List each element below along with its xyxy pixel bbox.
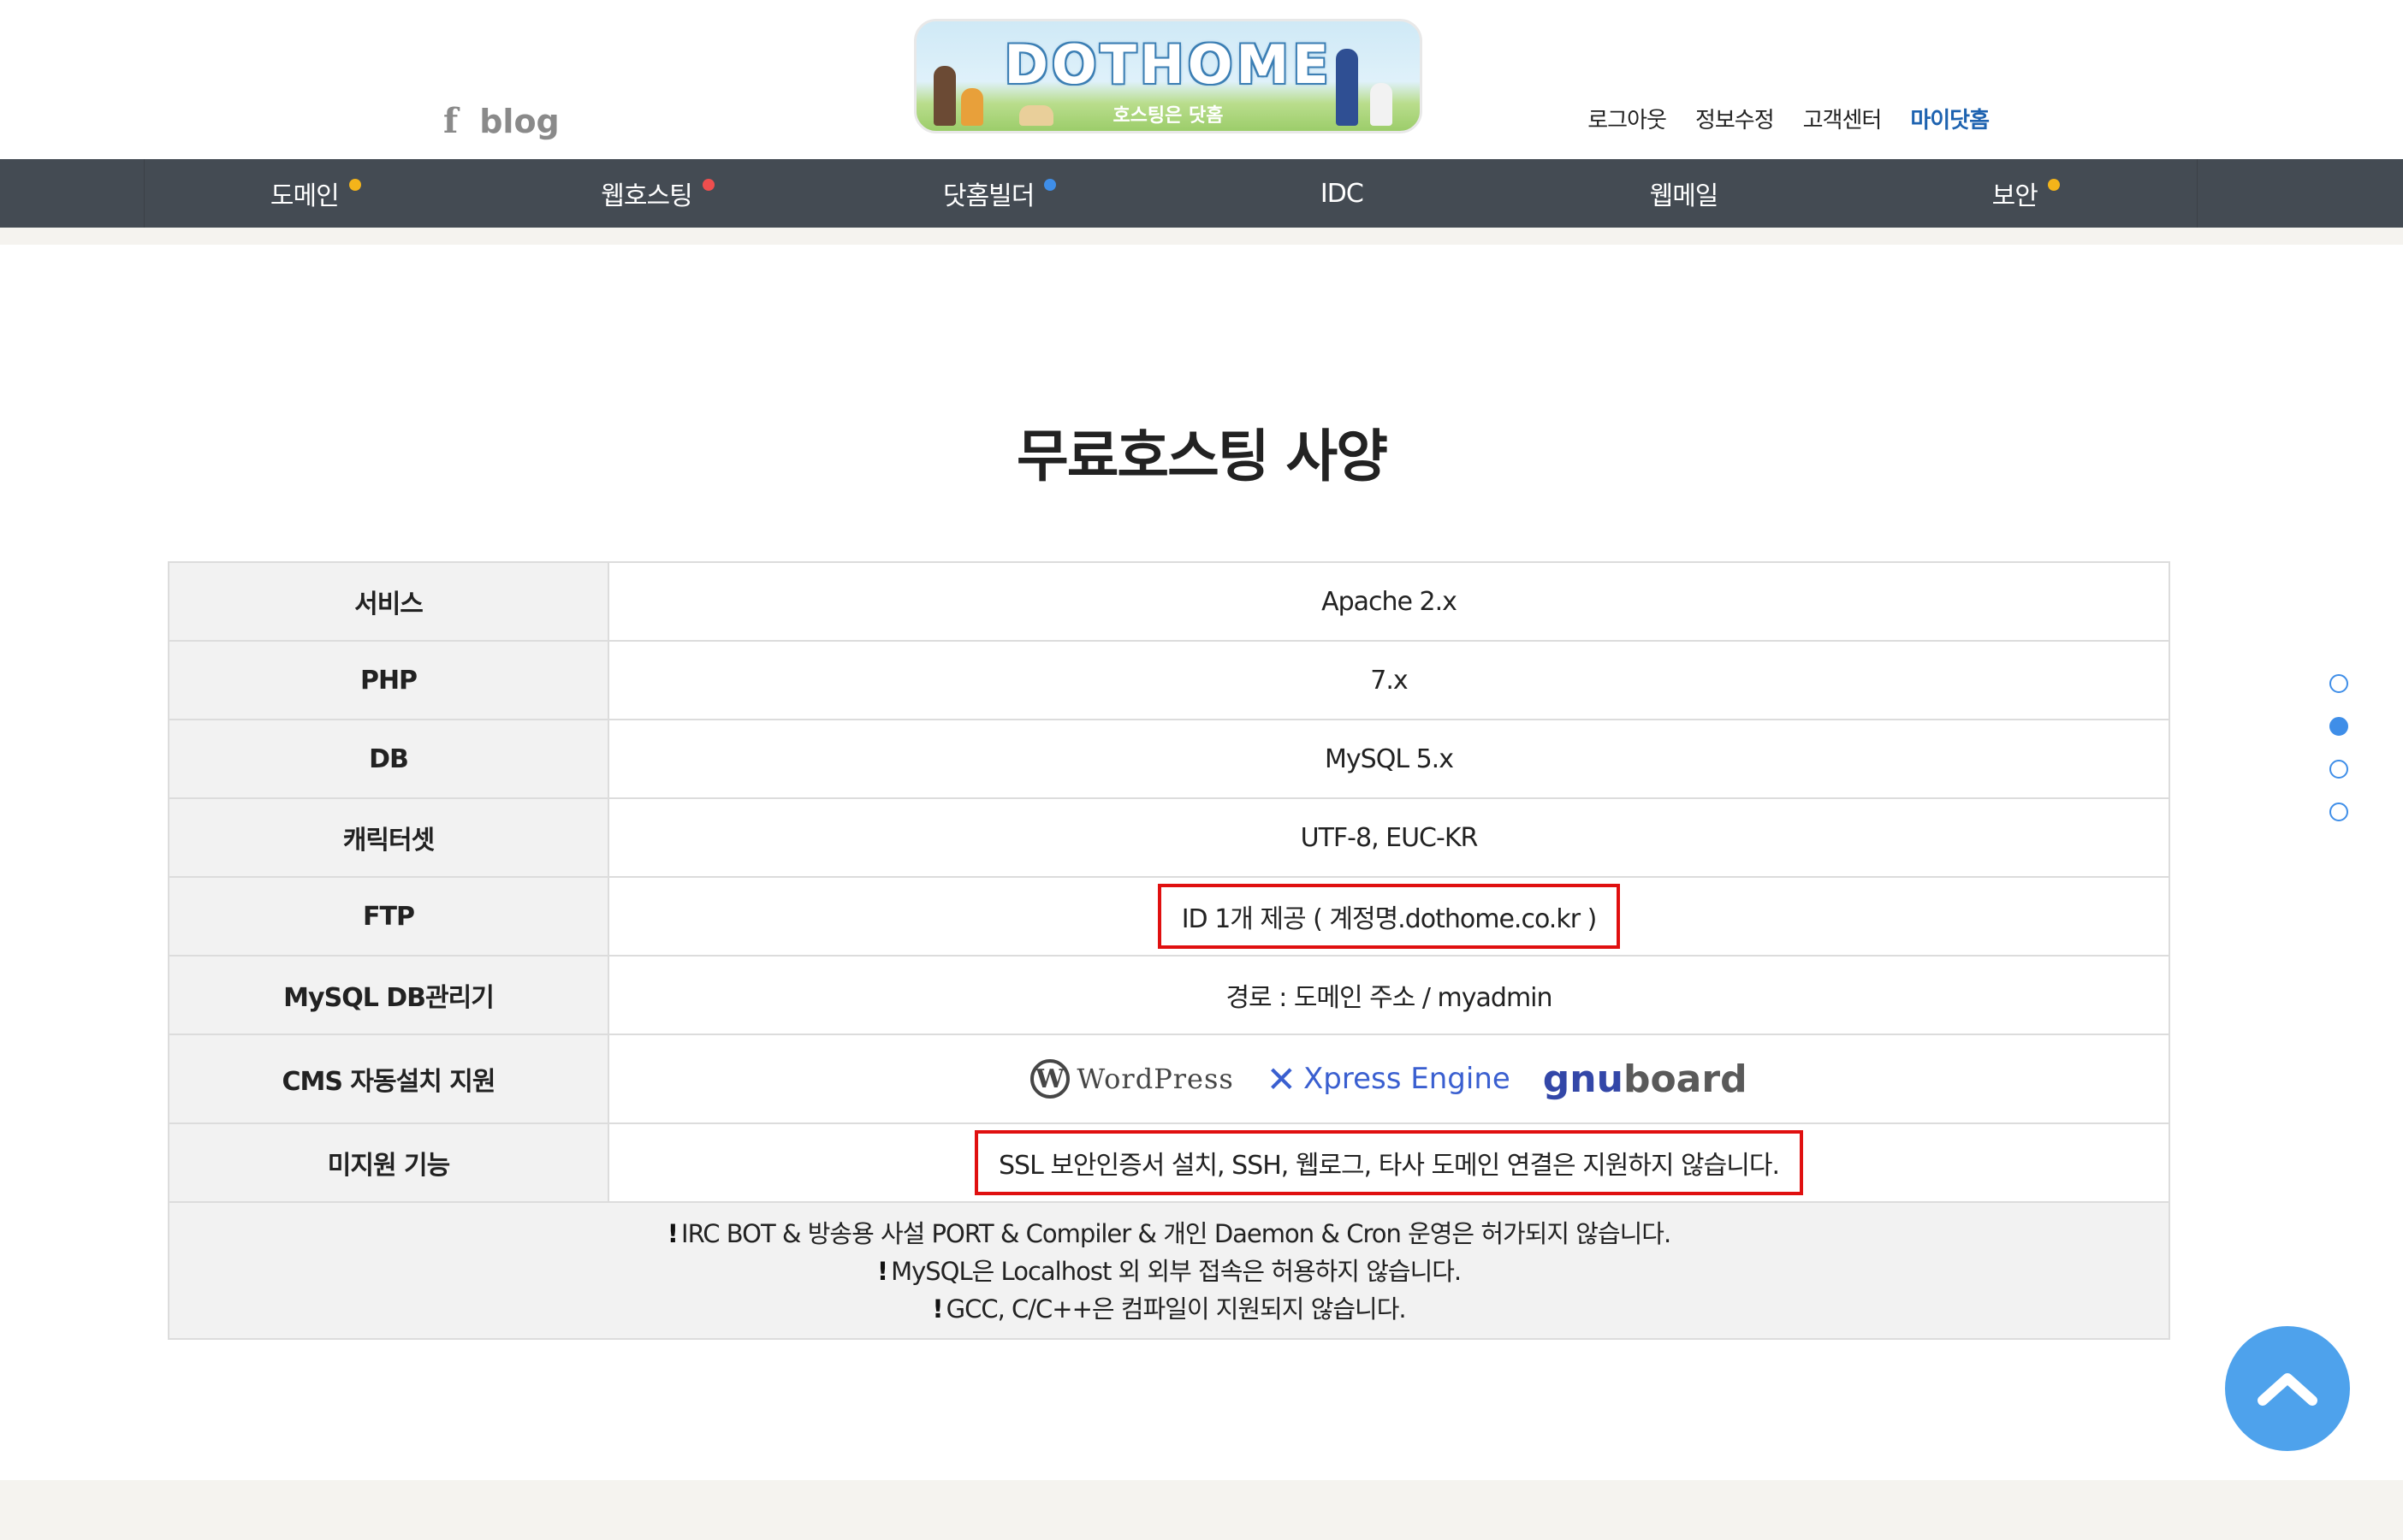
social-links: f blog — [443, 101, 560, 141]
wordpress-label: WordPress — [1077, 1063, 1234, 1095]
note-line: ! MySQL은 Localhost 외 외부 접속은 허용하지 않습니다. — [169, 1253, 2169, 1290]
table-row: FTP ID 1개 제공 ( 계정명.dothome.co.kr ) — [168, 878, 2170, 957]
dothome-logo[interactable]: DOTHOME 호스팅은 닷홈 — [914, 19, 1422, 133]
row-label: CMS 자동설치 지원 — [169, 1035, 609, 1122]
logo-subtitle: 호스팅은 닷홈 — [1112, 105, 1224, 127]
blog-icon[interactable]: blog — [479, 103, 560, 140]
table-row: CMS 자동설치 지원 W WordPress ✕ Xpress Engine … — [168, 1035, 2170, 1124]
cms-logos-cell: W WordPress ✕ Xpress Engine gnuboard — [609, 1035, 2169, 1122]
xpress-engine-logo: ✕ Xpress Engine — [1267, 1058, 1510, 1100]
site-header: f blog DOTHOME 호스팅은 닷홈 로그아웃 정보수정 고객센터 마이… — [0, 0, 2403, 159]
account-links: 로그아웃 정보수정 고객센터 마이닷홈 — [1587, 103, 1990, 134]
row-label: PHP — [169, 642, 609, 719]
section-pager — [2329, 674, 2348, 821]
row-value: 경로 : 도메인 주소 / myadmin — [609, 957, 2169, 1034]
ftp-highlight: ID 1개 제공 ( 계정명.dothome.co.kr ) — [1157, 884, 1621, 949]
nav-label: 닷홈빌더 — [942, 181, 1035, 211]
customer-center-link[interactable]: 고객센터 — [1803, 103, 1883, 134]
note-text: GCC, C/C++은 컴파일이 지원되지 않습니다. — [946, 1294, 1407, 1324]
pager-dot[interactable] — [2329, 803, 2348, 821]
nav-item-webhosting[interactable]: 웹호스팅 — [487, 159, 829, 228]
row-value-cell: SSL 보안인증서 설치, SSH, 웹로그, 타사 도메인 연결은 지원하지 … — [609, 1124, 2169, 1201]
nav-item-webmail[interactable]: 웹메일 — [1513, 159, 1855, 228]
table-row: 캐릭터셋 UTF-8, EUC-KR — [168, 799, 2170, 878]
nav-label: 웹메일 — [1649, 181, 1719, 211]
note-text: IRC BOT & 방송용 사설 PORT & Compiler & 개인 Da… — [681, 1219, 1671, 1248]
warning-icon: ! — [667, 1219, 679, 1248]
nav-label: 보안 — [1991, 181, 2038, 211]
nav-item-builder[interactable]: 닷홈빌더 — [828, 159, 1171, 228]
restriction-notes: ! IRC BOT & 방송용 사설 PORT & Compiler & 개인 D… — [168, 1203, 2170, 1340]
chevron-up-icon — [2258, 1373, 2317, 1406]
nav-dot — [2047, 179, 2060, 191]
nav-label: 웹호스팅 — [601, 181, 692, 211]
note-line: ! IRC BOT & 방송용 사설 PORT & Compiler & 개인 D… — [169, 1215, 2169, 1253]
nav-item-idc[interactable]: IDC — [1171, 159, 1513, 228]
row-value: UTF-8, EUC-KR — [609, 799, 2169, 876]
xe-icon: ✕ — [1266, 1057, 1296, 1100]
pager-dot[interactable] — [2329, 674, 2348, 693]
main-nav: 도메인 웹호스팅 닷홈빌더 IDC 웹메일 보안 — [0, 159, 2403, 228]
gnuboard-label-a: gnu — [1542, 1057, 1623, 1101]
pager-dot[interactable] — [2329, 760, 2348, 779]
gnuboard-label-b: board — [1623, 1057, 1747, 1101]
row-label: 캐릭터셋 — [169, 799, 609, 876]
table-row: DB MySQL 5.x — [168, 720, 2170, 799]
edit-info-link[interactable]: 정보수정 — [1695, 103, 1775, 134]
my-dothome-link[interactable]: 마이닷홈 — [1910, 103, 1990, 134]
nav-item-domain[interactable]: 도메인 — [145, 159, 487, 228]
nav-label: IDC — [1320, 178, 1364, 209]
nav-dot — [348, 179, 361, 191]
gnuboard-logo: gnuboard — [1543, 1057, 1747, 1101]
row-value: Apache 2.x — [609, 563, 2169, 640]
nav-item-security[interactable]: 보안 — [1854, 159, 2197, 228]
scroll-to-top-button[interactable] — [2225, 1326, 2350, 1451]
footer-band — [0, 1480, 2403, 1540]
row-label: MySQL DB관리기 — [169, 957, 609, 1034]
pager-dot-active[interactable] — [2329, 717, 2348, 736]
logout-link[interactable]: 로그아웃 — [1587, 103, 1667, 134]
row-value: 7.x — [609, 642, 2169, 719]
table-row: MySQL DB관리기 경로 : 도메인 주소 / myadmin — [168, 957, 2170, 1035]
table-row: PHP 7.x — [168, 642, 2170, 720]
row-label: 미지원 기능 — [169, 1124, 609, 1201]
row-label: DB — [169, 720, 609, 797]
note-line: ! GCC, C/C++은 컴파일이 지원되지 않습니다. — [169, 1290, 2169, 1328]
table-row: 미지원 기능 SSL 보안인증서 설치, SSH, 웹로그, 타사 도메인 연결… — [168, 1124, 2170, 1203]
warning-icon: ! — [876, 1257, 888, 1286]
row-label: FTP — [169, 878, 609, 955]
nav-dot — [1044, 179, 1057, 191]
nav-label: 도메인 — [270, 181, 340, 211]
row-label: 서비스 — [169, 563, 609, 640]
nav-dot — [702, 179, 715, 191]
facebook-icon[interactable]: f — [443, 101, 458, 141]
spec-table: 서비스 Apache 2.x PHP 7.x DB MySQL 5.x 캐릭터셋… — [168, 561, 2170, 1340]
table-row: 서비스 Apache 2.x — [168, 563, 2170, 642]
warning-icon: ! — [932, 1294, 943, 1324]
wordpress-logo: W WordPress — [1030, 1059, 1233, 1099]
row-value-cell: ID 1개 제공 ( 계정명.dothome.co.kr ) — [609, 878, 2169, 955]
wordpress-icon: W — [1030, 1059, 1071, 1099]
row-value: MySQL 5.x — [609, 720, 2169, 797]
note-text: MySQL은 Localhost 외 외부 접속은 허용하지 않습니다. — [891, 1257, 1462, 1286]
logo-title: DOTHOME — [1004, 33, 1332, 96]
xe-label: Xpress Engine — [1303, 1062, 1510, 1096]
cms-logos: W WordPress ✕ Xpress Engine gnuboard — [1030, 1057, 1747, 1101]
nav-inner: 도메인 웹호스팅 닷홈빌더 IDC 웹메일 보안 — [144, 159, 2198, 228]
unsupported-highlight: SSL 보안인증서 설치, SSH, 웹로그, 타사 도메인 연결은 지원하지 … — [974, 1130, 1803, 1195]
nav-bottom-strip — [0, 228, 2403, 245]
page-title: 무료호스팅 사양 — [1016, 424, 1388, 489]
